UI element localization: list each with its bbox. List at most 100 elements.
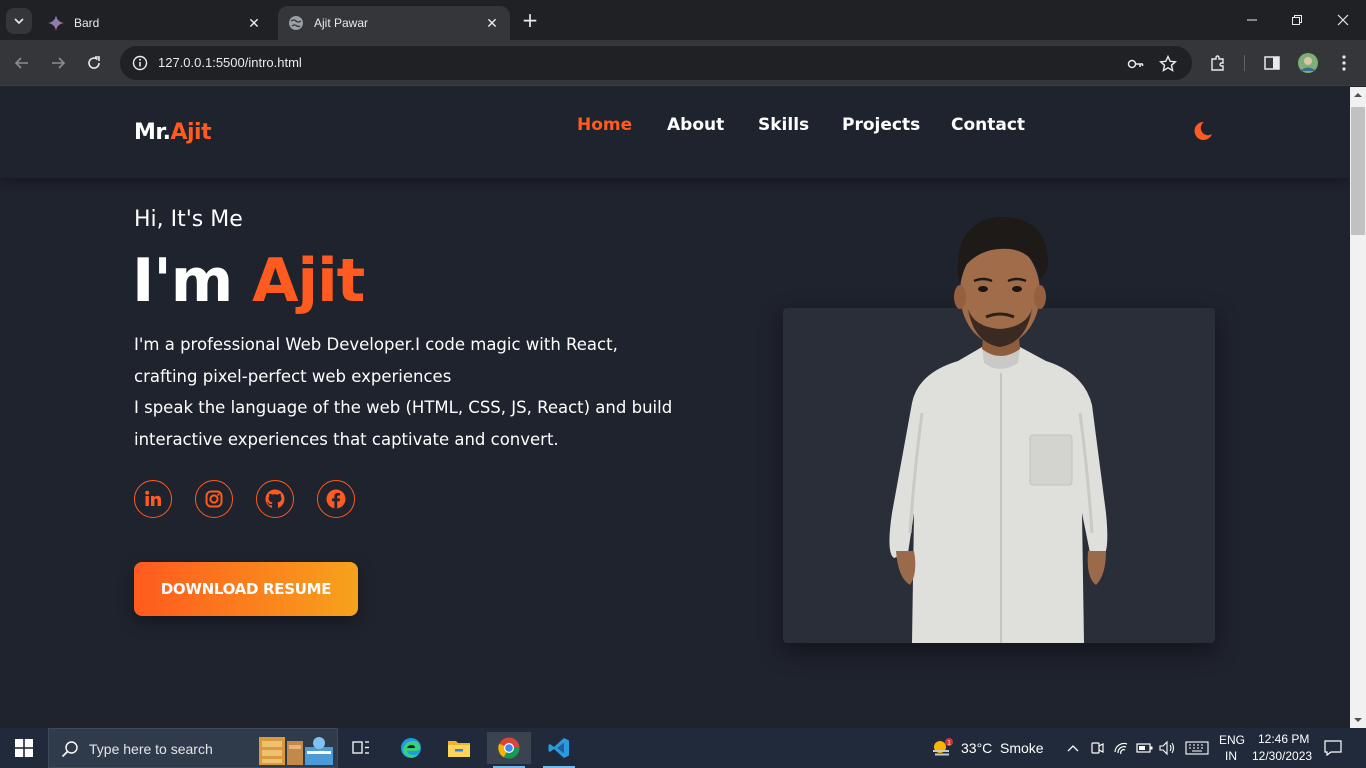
- minimize-button[interactable]: [1229, 6, 1275, 34]
- tab-bard[interactable]: Bard ✕: [38, 6, 272, 40]
- nav-projects[interactable]: Projects: [842, 115, 920, 135]
- site-info-icon[interactable]: [130, 53, 150, 73]
- reload-icon: [88, 56, 100, 69]
- windows-logo-icon: [15, 739, 33, 757]
- bio-line: interactive experiences that captivate a…: [134, 429, 559, 449]
- weather-desc[interactable]: Smoke: [1000, 740, 1044, 756]
- bio-line: crafting pixel-perfect web experiences: [134, 366, 452, 386]
- page-scrollbar[interactable]: [1350, 87, 1366, 728]
- back-button[interactable]: [8, 49, 36, 77]
- taskbar-file-explorer[interactable]: [437, 732, 481, 764]
- linkedin-link[interactable]: [134, 480, 172, 518]
- reload-button[interactable]: [80, 49, 108, 77]
- weather-icon[interactable]: 1: [930, 738, 954, 758]
- chevron-up-icon: [1067, 745, 1079, 752]
- kebab-menu-icon: [1342, 55, 1346, 71]
- profile-avatar[interactable]: [1296, 51, 1320, 75]
- side-panel-button[interactable]: [1260, 51, 1284, 75]
- nav-skills[interactable]: Skills: [758, 115, 809, 135]
- notification-icon: [1324, 740, 1342, 756]
- nav-about[interactable]: About: [667, 115, 724, 135]
- moon-icon: [1194, 121, 1212, 140]
- github-link[interactable]: [256, 480, 294, 518]
- restore-icon: [1292, 15, 1302, 25]
- facebook-link[interactable]: [317, 480, 355, 518]
- nav-contact[interactable]: Contact: [951, 115, 1025, 135]
- site-logo[interactable]: Mr.Ajit: [134, 120, 212, 145]
- theme-toggle-button[interactable]: [1192, 120, 1214, 142]
- wifi-icon[interactable]: [1111, 738, 1131, 758]
- logo-accent: Ajit: [170, 120, 212, 145]
- clock-date[interactable]: 12/30/2023: [1252, 749, 1312, 763]
- volume-icon[interactable]: [1157, 738, 1177, 758]
- tab-title: Ajit Pawar: [314, 16, 369, 30]
- tab-ajit-pawar[interactable]: Ajit Pawar ✕: [278, 6, 510, 40]
- password-key-icon[interactable]: [1126, 54, 1146, 74]
- url-text: 127.0.0.1:5500/intro.html: [158, 55, 302, 70]
- windows-taskbar: Type here to search 1 33°C Smoke ENG IN …: [0, 728, 1366, 768]
- task-view-icon: [352, 741, 369, 754]
- meet-now-icon[interactable]: [1087, 738, 1107, 758]
- scroll-up-arrow-icon[interactable]: [1354, 91, 1362, 99]
- taskbar-search[interactable]: Type here to search: [48, 728, 338, 768]
- taskbar-chrome[interactable]: [487, 732, 531, 768]
- download-resume-button[interactable]: DOWNLOAD RESUME: [134, 562, 358, 616]
- toolbar-divider: [1244, 55, 1245, 71]
- show-hidden-icons-button[interactable]: [1063, 738, 1083, 758]
- profile-photo: [870, 213, 1130, 643]
- logo-prefix: Mr.: [134, 120, 171, 145]
- site-header: Mr.Ajit Home About Skills Projects Conta…: [0, 87, 1350, 178]
- new-tab-button[interactable]: +: [518, 8, 542, 32]
- battery-icon[interactable]: [1135, 738, 1155, 758]
- clock-time[interactable]: 12:46 PM: [1258, 732, 1309, 746]
- nav-home[interactable]: Home: [577, 115, 632, 135]
- folder-icon: [448, 741, 470, 757]
- bio-line: I'm a professional Web Developer.I code …: [134, 335, 618, 354]
- language-region[interactable]: IN: [1225, 749, 1237, 763]
- start-button[interactable]: [0, 728, 48, 768]
- language-code[interactable]: ENG: [1219, 733, 1245, 747]
- github-icon: [265, 489, 285, 508]
- edge-icon: [401, 738, 421, 758]
- task-view-button[interactable]: [339, 732, 383, 764]
- linkedin-icon: [145, 490, 161, 506]
- extensions-button[interactable]: [1206, 51, 1230, 75]
- arrow-left-icon: [14, 57, 28, 69]
- taskbar-edge[interactable]: [389, 732, 433, 764]
- close-window-button[interactable]: [1320, 6, 1366, 34]
- instagram-icon: [205, 490, 223, 508]
- globe-icon: [288, 15, 304, 31]
- tab-title: Bard: [74, 16, 100, 30]
- bard-sparkle-icon: [48, 15, 64, 31]
- tab-search-button[interactable]: [6, 8, 32, 34]
- forward-button[interactable]: [44, 49, 72, 77]
- taskbar-vscode[interactable]: [537, 732, 581, 768]
- facebook-icon: [326, 489, 346, 509]
- notifications-button[interactable]: [1322, 738, 1344, 758]
- bio-line: I speak the language of the web (HTML, C…: [134, 398, 673, 417]
- hero-greeting: Hi, It's Me: [134, 207, 243, 232]
- close-icon[interactable]: ✕: [484, 15, 500, 31]
- browser-tab-bar: Bard ✕ Ajit Pawar ✕ +: [0, 0, 1366, 40]
- chevron-down-icon: [14, 18, 24, 25]
- avatar-icon: [1298, 53, 1318, 73]
- address-bar[interactable]: 127.0.0.1:5500/intro.html: [120, 46, 1192, 80]
- instagram-link[interactable]: [195, 480, 233, 518]
- search-highlight-illustration-icon: [259, 737, 333, 765]
- search-icon: [61, 741, 78, 758]
- touch-keyboard-icon[interactable]: [1184, 738, 1210, 758]
- browser-menu-button[interactable]: [1332, 51, 1356, 75]
- close-icon[interactable]: ✕: [246, 15, 262, 31]
- vscode-icon: [548, 738, 569, 758]
- scroll-thumb[interactable]: [1351, 107, 1365, 235]
- headline-prefix: I'm: [132, 246, 253, 316]
- scroll-down-arrow-icon[interactable]: [1354, 716, 1362, 724]
- bookmark-star-icon[interactable]: [1158, 54, 1178, 74]
- restore-button[interactable]: [1274, 6, 1320, 34]
- side-panel-icon: [1264, 56, 1280, 70]
- puzzle-icon: [1211, 55, 1224, 71]
- close-icon: [1337, 14, 1349, 26]
- arrow-right-icon: [52, 57, 66, 69]
- chrome-icon: [498, 737, 520, 759]
- weather-temp[interactable]: 33°C: [961, 740, 992, 756]
